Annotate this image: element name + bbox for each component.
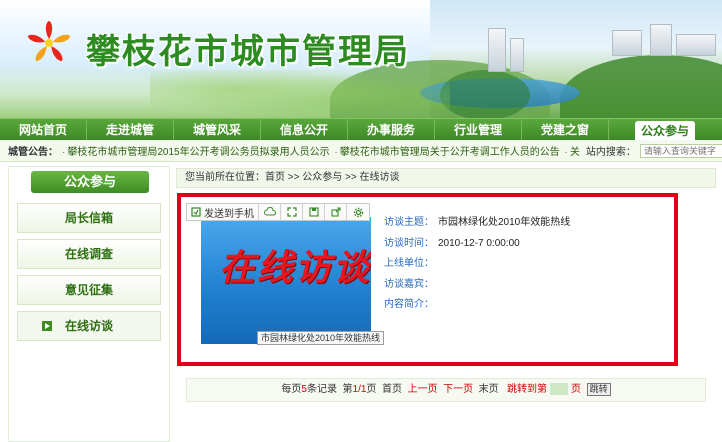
pager-next-link[interactable]: 下一页 (443, 384, 473, 395)
pager-page-input[interactable] (550, 383, 569, 396)
header-banner: 攀枝花市城市管理局 (0, 0, 722, 118)
banner-building (650, 24, 672, 56)
image-toolbar: 发送到手机 (186, 203, 370, 221)
fullscreen-button[interactable] (281, 204, 304, 220)
notice-bullet: · (334, 147, 338, 158)
nav-item-disclosure[interactable]: 信息公开 (261, 119, 348, 140)
sidebar-item-survey[interactable]: 在线调查 (17, 239, 161, 269)
banner-building (612, 30, 642, 56)
gear-icon (353, 207, 363, 217)
send-to-phone-button[interactable]: 发送到手机 (187, 204, 259, 220)
nav-item-services[interactable]: 办事服务 (348, 119, 435, 140)
pager-first-link[interactable]: 首页 (382, 384, 402, 395)
sidebar-item-mailbox[interactable]: 局长信箱 (17, 203, 161, 233)
notice-bullet: · (62, 147, 66, 158)
detail-label: 上线单位： (384, 258, 434, 269)
detail-value: 市园林绿化处2010年效能热线 (438, 217, 571, 228)
share-icon (330, 207, 341, 217)
breadcrumb: 您当前所在位置：首页 >> 公众参与 >> 在线访谈 (176, 168, 716, 188)
banner-building (488, 28, 506, 72)
detail-topic: 访谈主题： 市园林绿化处2010年效能热线 (384, 213, 570, 234)
notice-bullet: · (564, 147, 568, 158)
banner-trees (440, 70, 530, 118)
nav-item-style[interactable]: 城管风采 (174, 119, 261, 140)
pager-page-info: 1/1 (352, 384, 367, 395)
phone-icon (191, 207, 201, 217)
banner-building (676, 34, 716, 56)
cloud-button[interactable] (259, 204, 282, 220)
save-button[interactable] (303, 204, 326, 220)
pager-per-page-prefix: 每页 (281, 384, 302, 395)
pager-last-link[interactable]: 末页 (479, 384, 499, 395)
detail-unit: 上线单位： (384, 254, 570, 275)
settings-button[interactable] (347, 204, 369, 220)
detail-value: 2010-12-7 0:00:00 (438, 237, 520, 249)
sidebar-item-interview[interactable]: 在线访谈 (17, 311, 161, 341)
notice-label: 城管公告： (8, 147, 58, 158)
detail-label: 访谈嘉宾： (384, 278, 434, 290)
pager-jump-button[interactable]: 跳转 (586, 382, 611, 396)
cloud-icon (263, 207, 276, 216)
notice-bar: 城管公告： · 攀枝花市城市管理局2015年公开考调公务员拟录用人员公示 · 攀枝花… (0, 140, 722, 162)
detail-guest: 访谈嘉宾： (384, 275, 570, 296)
detail-label: 内容简介： (384, 299, 434, 310)
detail-time: 访谈时间： 2010-12-7 0:00:00 (384, 234, 570, 255)
main-nav: 网站首页 走进城管 城管风采 信息公开 办事服务 行业管理 党建之窗 公众参与 (0, 118, 722, 140)
sidebar: 公众参与 局长信箱 在线调查 意见征集 在线访谈 (8, 166, 170, 442)
save-icon (308, 207, 319, 217)
expand-icon (286, 207, 297, 217)
site-title: 攀枝花市城市管理局 (86, 32, 410, 72)
pager-page-prefix: 第 (342, 384, 353, 395)
detail-label: 访谈主题： (384, 217, 434, 228)
nav-item-home[interactable]: 网站首页 (0, 119, 87, 140)
share-button[interactable] (325, 204, 348, 220)
notice-ticker: · 攀枝花市城市管理局2015年公开考调公务员拟录用人员公示 · 攀枝花市城市管理局… (60, 143, 580, 158)
nav-item-participation[interactable]: 公众参与 (635, 121, 695, 140)
pagination: 每页5条记录 第1/1页 首页 上一页 下一页 末页 跳转到第页 跳转 (186, 378, 706, 402)
interview-thumbnail[interactable]: 在线访谈 (201, 217, 371, 344)
interview-card: 在线访谈 市园林绿化处2010年效能热线 发送到手机 访谈主题： 市园林绿化处20… (177, 193, 678, 366)
sidebar-title: 公众参与 (31, 171, 149, 193)
pager-jump-label: 跳转到第 (507, 384, 548, 395)
pager-page-suffix: 页 (366, 384, 377, 395)
notice-link[interactable]: 攀枝花市城市管理局2015年公开考调公务员拟录用人员公示 (67, 147, 329, 158)
sidebar-item-feedback[interactable]: 意见征集 (17, 275, 161, 305)
banner-foliage (150, 70, 450, 118)
pager-page-unit: 页 (571, 384, 582, 395)
send-to-phone-label: 发送到手机 (204, 208, 254, 220)
nav-item-industry[interactable]: 行业管理 (435, 119, 522, 140)
nav-item-about[interactable]: 走进城管 (87, 119, 174, 140)
notice-link[interactable]: 攀枝花市城市管理局关于公开考调工作人员的公告 (340, 147, 560, 158)
notice-link[interactable]: 关 (570, 147, 580, 158)
pager-prev-link[interactable]: 上一页 (408, 384, 438, 395)
detail-summary: 内容简介： (384, 295, 570, 316)
search-label: 站内搜索： (585, 147, 636, 158)
thumbnail-tooltip: 市园林绿化处2010年效能热线 (257, 331, 385, 345)
search-input[interactable] (639, 143, 722, 158)
nav-item-party[interactable]: 党建之窗 (522, 119, 609, 140)
interview-details: 访谈主题： 市园林绿化处2010年效能热线 访谈时间： 2010-12-7 0:00… (384, 213, 570, 316)
sidebar-item-label: 在线访谈 (64, 319, 113, 333)
arrow-right-icon (42, 321, 52, 331)
banner-building (510, 38, 524, 72)
detail-label: 访谈时间： (384, 237, 434, 249)
thumbnail-title: 在线访谈 (219, 247, 371, 289)
pager-per-page-suffix: 条记录 (306, 384, 337, 395)
kapok-flower-logo-icon (28, 21, 70, 61)
